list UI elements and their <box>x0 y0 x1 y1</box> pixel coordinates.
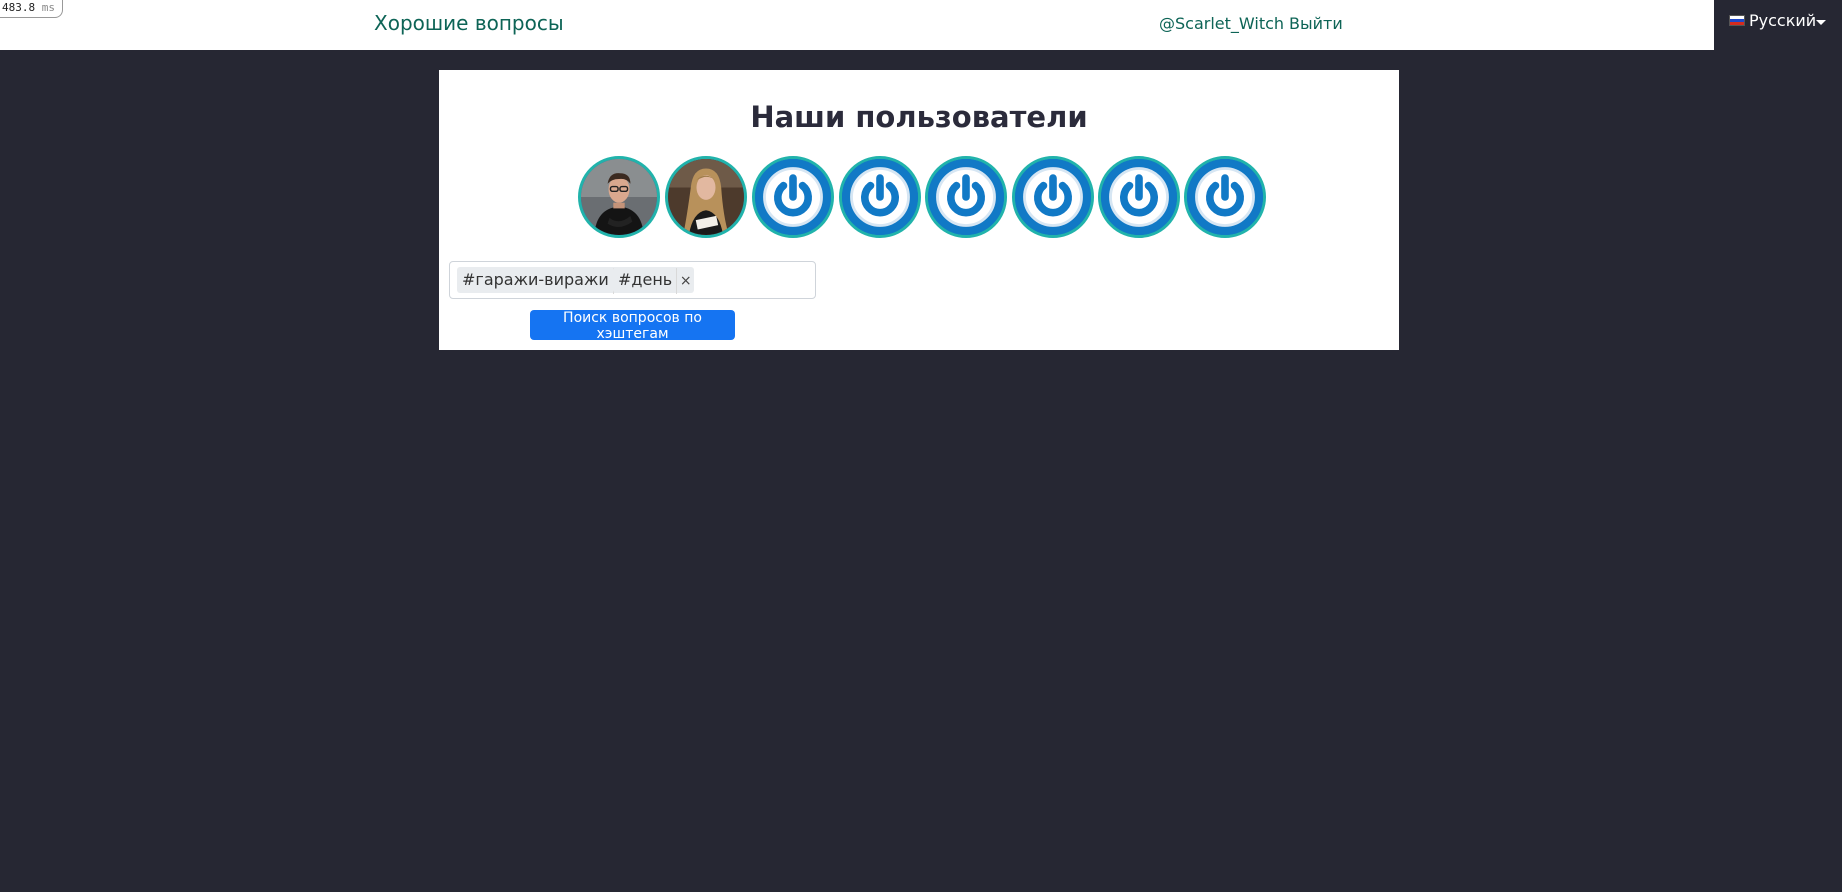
avatar[interactable] <box>578 156 660 238</box>
default-avatar-power-icon[interactable] <box>1184 156 1266 238</box>
hashtag-input[interactable]: #гаражи-виражи× #день× <box>449 261 816 299</box>
default-avatar-power-icon[interactable] <box>752 156 834 238</box>
users-card: Наши пользователи #гаражи-виражи #день ×… <box>439 70 1399 350</box>
avatar-list <box>578 156 1278 238</box>
brand-link[interactable]: Хорошие вопросы <box>374 11 564 35</box>
hashtag-chip: #день × <box>613 267 695 294</box>
hashtag-label: #гаражи-виражи <box>462 270 609 289</box>
avatar[interactable] <box>665 156 747 238</box>
perf-value: 483.8 <box>2 1 36 14</box>
navbar: Хорошие вопросы @Scarlet_Witch Выйти <box>0 0 1714 50</box>
hashtag-label: #день <box>618 270 673 289</box>
user-profile-link[interactable]: @Scarlet_Witch <box>1159 14 1284 33</box>
language-dropdown[interactable]: Русский <box>1714 0 1842 50</box>
chevron-down-icon <box>1816 20 1826 25</box>
hashtag-chip: #гаражи-виражи× <box>457 267 631 294</box>
default-avatar-power-icon[interactable] <box>839 156 921 238</box>
default-avatar-power-icon[interactable] <box>925 156 1007 238</box>
perf-badge: 483.8 ms <box>0 0 63 18</box>
default-avatar-power-icon[interactable] <box>1098 156 1180 238</box>
search-by-hashtags-button[interactable]: Поиск вопросов по хэштегам <box>530 310 735 342</box>
remove-hashtag-button[interactable]: × <box>676 268 694 294</box>
user-photo-man <box>581 159 657 235</box>
russian-flag-icon <box>1729 15 1745 26</box>
user-photo-woman <box>668 159 744 235</box>
page-title: Наши пользователи <box>750 100 1088 134</box>
default-avatar-power-icon[interactable] <box>1012 156 1094 238</box>
logout-link[interactable]: Выйти <box>1289 14 1343 33</box>
perf-unit: ms <box>41 1 55 14</box>
language-label: Русский <box>1749 11 1817 30</box>
